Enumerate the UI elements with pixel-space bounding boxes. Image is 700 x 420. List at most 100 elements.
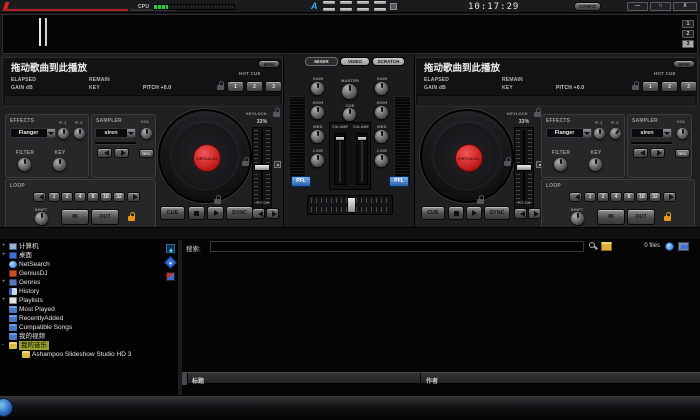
hot-cue-button-3[interactable]: 3	[265, 81, 282, 92]
effect-p1-knob[interactable]	[58, 128, 69, 139]
key-knob[interactable]	[589, 158, 602, 171]
keylock-lock-icon[interactable]	[534, 112, 541, 117]
sample-prev-button[interactable]	[633, 148, 648, 158]
tree-item-compatible-songs[interactable]: Compatible Songs	[0, 323, 176, 332]
stutter-button[interactable]	[448, 206, 464, 220]
pitch-lock-icon[interactable]	[504, 161, 511, 166]
sampler-vol-knob[interactable]	[677, 128, 688, 139]
master-knob[interactable]	[342, 84, 357, 99]
loop-2-button[interactable]: 2	[61, 192, 73, 202]
play-button[interactable]	[466, 206, 482, 220]
sample-prev-button[interactable]	[97, 148, 112, 158]
sync-button[interactable]: SYNC	[226, 206, 253, 220]
loop-16-button[interactable]: 16	[100, 192, 112, 202]
loop-half-button[interactable]	[569, 192, 582, 202]
play-button[interactable]	[207, 206, 224, 220]
bpm-button[interactable]: BPM	[258, 60, 280, 68]
cue-button[interactable]: CUE	[421, 206, 445, 220]
volume-fader-right[interactable]	[356, 133, 368, 185]
netsearch-icon[interactable]	[665, 242, 674, 251]
tab-mixer[interactable]: MIXER	[305, 57, 338, 66]
minimize-button[interactable]: —	[627, 2, 648, 11]
chevron-down-icon[interactable]	[582, 129, 591, 137]
jog-wheel[interactable]: VIRTUALDJ	[420, 109, 514, 203]
volume-fader-right-handle[interactable]	[357, 136, 367, 141]
pitch-lock-icon[interactable]	[242, 161, 249, 166]
tree-item-genres[interactable]: +Genres	[0, 278, 176, 287]
sample-next-button[interactable]	[650, 148, 665, 158]
pitch-slider[interactable]	[514, 127, 534, 209]
loop-lock-icon[interactable]	[128, 216, 135, 221]
maximize-button[interactable]: □	[650, 2, 671, 11]
grid-icon[interactable]	[390, 3, 397, 10]
tree-item-my-videos[interactable]: 我的视频	[0, 332, 176, 341]
pitch-reset-button[interactable]	[274, 161, 281, 168]
chevron-down-icon[interactable]	[46, 129, 55, 137]
stutter-button[interactable]	[188, 206, 205, 220]
hot-cue-button-3[interactable]: 3	[680, 81, 697, 92]
loop-lock-icon[interactable]	[664, 216, 671, 221]
loop-8-button[interactable]: 8	[623, 192, 635, 202]
tree-item-playlists[interactable]: +Playlists	[0, 296, 176, 305]
crossfader-handle[interactable]	[347, 197, 356, 213]
pitch-bend-minus-button[interactable]	[514, 208, 527, 219]
tree-item-most-played[interactable]: Most Played	[0, 305, 176, 314]
high-knob-right[interactable]	[375, 106, 388, 119]
sync-button[interactable]: SYNC	[484, 206, 510, 220]
sampler-vol-knob[interactable]	[141, 128, 152, 139]
effect-select[interactable]: Flanger	[546, 128, 592, 138]
keylock-lock-icon[interactable]	[273, 112, 280, 117]
jog-lock-icon[interactable]	[214, 199, 221, 204]
shift-knob[interactable]	[35, 212, 48, 225]
panel-toggle-button-1[interactable]	[322, 1, 336, 11]
hot-cue-button-2[interactable]: 2	[661, 81, 678, 92]
panel-toggle-button-2[interactable]	[339, 1, 353, 11]
loop-1-button[interactable]: 1	[584, 192, 596, 202]
tree-item-netsearch[interactable]: NetSearch	[0, 260, 176, 269]
high-knob-left[interactable]	[311, 106, 324, 119]
tree-item-geniusdj[interactable]: GeniusDJ	[0, 269, 176, 278]
effect-p2-knob[interactable]	[610, 128, 621, 139]
config-button[interactable]: CONFIG	[574, 2, 601, 11]
loop-8-button[interactable]: 8	[87, 192, 99, 202]
crossfader[interactable]	[307, 195, 393, 215]
pfl-button-right[interactable]: PFL	[389, 176, 409, 187]
waveform-deck-button-1[interactable]: 1	[682, 20, 694, 28]
sample-select[interactable]: siren	[631, 128, 672, 138]
med-knob-left[interactable]	[311, 130, 324, 143]
bpm-button[interactable]: BPM	[673, 60, 695, 68]
tree-item-computer[interactable]: +计算机	[0, 242, 176, 251]
filter-knob[interactable]	[18, 158, 31, 171]
jog-lock-icon[interactable]	[477, 199, 484, 204]
loop-out-button[interactable]: OUT	[627, 209, 655, 225]
sample-rec-button[interactable]: REC	[675, 149, 690, 158]
loop-out-button[interactable]: OUT	[91, 209, 119, 225]
network-computer-icon[interactable]	[678, 242, 689, 251]
hotcue-lock-icon[interactable]	[217, 85, 224, 90]
loop-32-button[interactable]: 32	[649, 192, 661, 202]
volume-fader-left[interactable]	[334, 133, 346, 185]
loop-double-button[interactable]	[127, 192, 140, 202]
sample-next-button[interactable]	[114, 148, 129, 158]
gain-knob-right[interactable]	[375, 82, 388, 95]
chevron-down-icon[interactable]	[662, 129, 671, 137]
waveform-deck-button-3[interactable]: 3	[682, 40, 694, 48]
hotcue-lock-icon[interactable]	[632, 85, 639, 90]
tab-scratch[interactable]: SCRATCH	[372, 57, 405, 66]
tree-item-history[interactable]: History	[0, 287, 176, 296]
loop-32-button[interactable]: 32	[113, 192, 125, 202]
sample-select[interactable]: siren	[95, 128, 136, 138]
open-folder-icon[interactable]	[601, 242, 612, 251]
jog-center[interactable]: VIRTUALDJ	[455, 144, 483, 172]
loop-2-button[interactable]: 2	[597, 192, 609, 202]
search-music-icon[interactable]	[589, 242, 598, 251]
volume-fader-left-handle[interactable]	[335, 136, 345, 141]
hot-cue-button-1[interactable]: 1	[227, 81, 244, 92]
loop-4-button[interactable]: 4	[610, 192, 622, 202]
loop-in-button[interactable]: IN	[61, 209, 89, 225]
effect-p1-knob[interactable]	[594, 128, 605, 139]
pitch-bend-plus-button[interactable]	[266, 208, 279, 219]
jog-center[interactable]: VIRTUALDJ	[193, 144, 221, 172]
loop-16-button[interactable]: 16	[636, 192, 648, 202]
cue-button[interactable]: CUE	[160, 206, 185, 220]
